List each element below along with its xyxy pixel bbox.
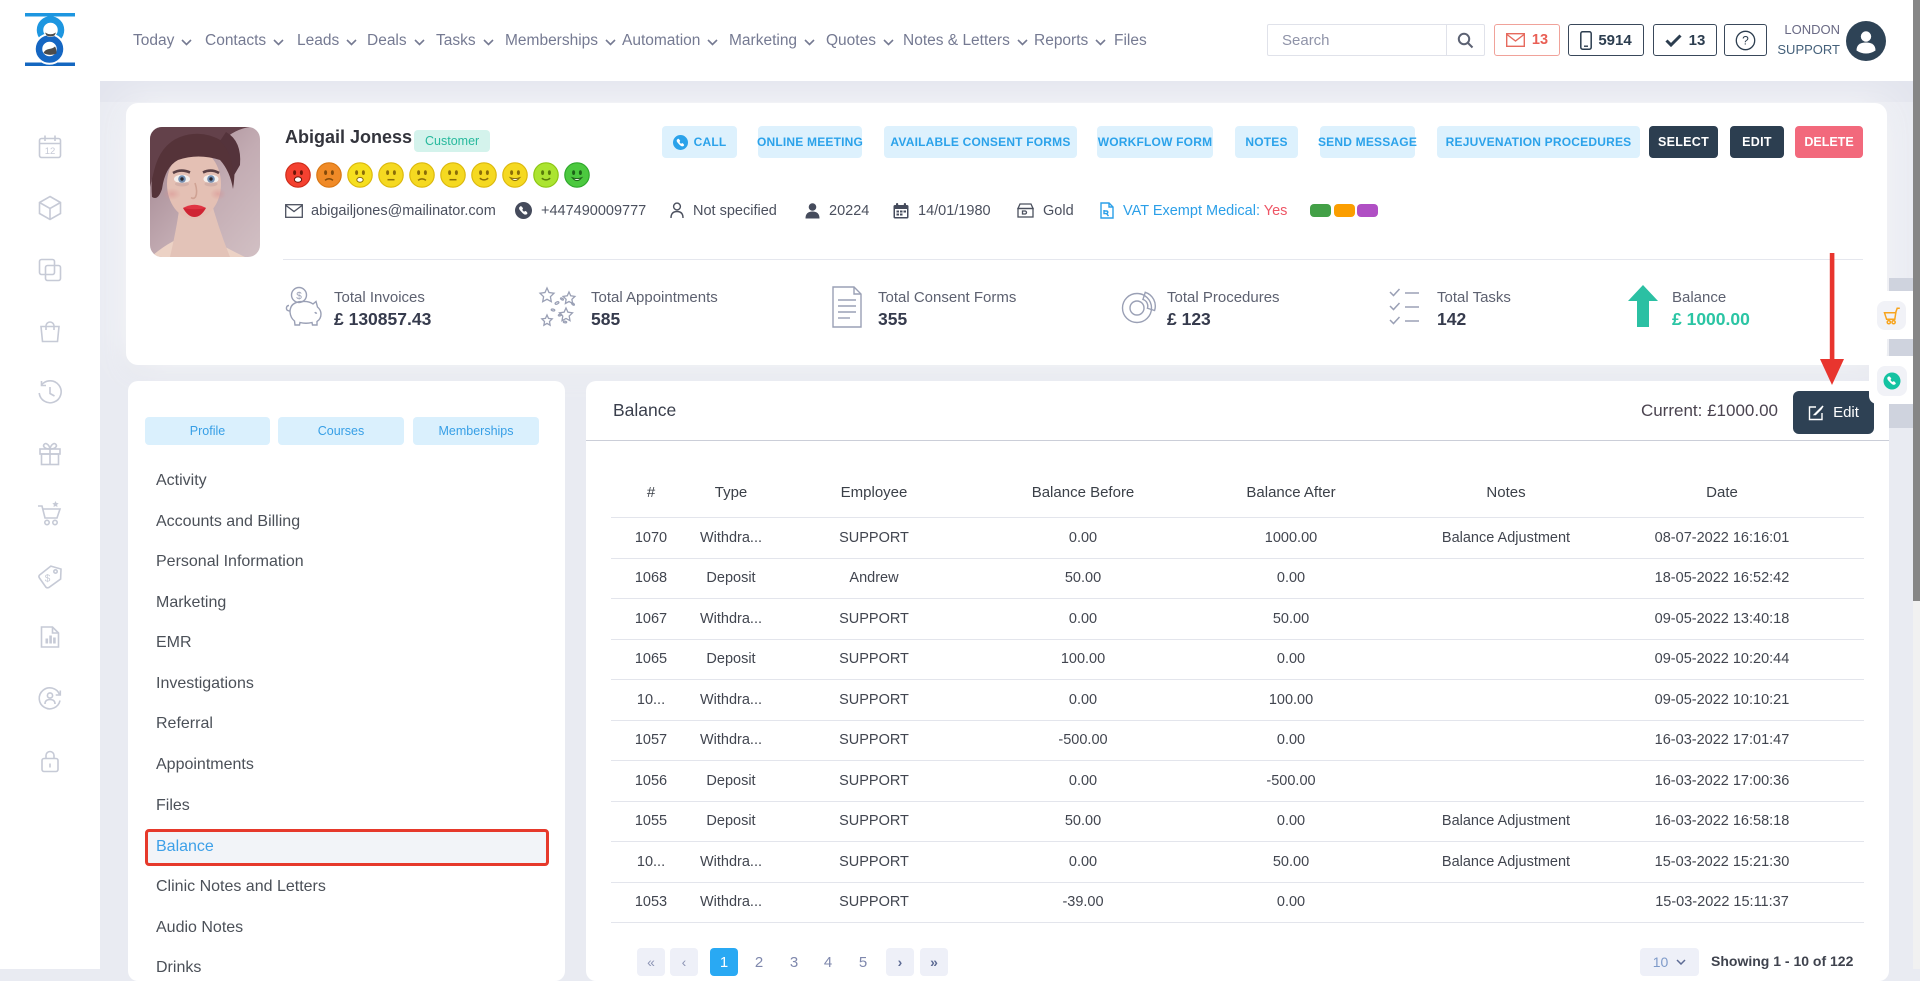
svg-text:12: 12 xyxy=(45,146,56,157)
svg-text:$: $ xyxy=(45,574,51,585)
svg-text:?: ? xyxy=(1742,33,1749,47)
svg-text:$: $ xyxy=(296,291,302,302)
